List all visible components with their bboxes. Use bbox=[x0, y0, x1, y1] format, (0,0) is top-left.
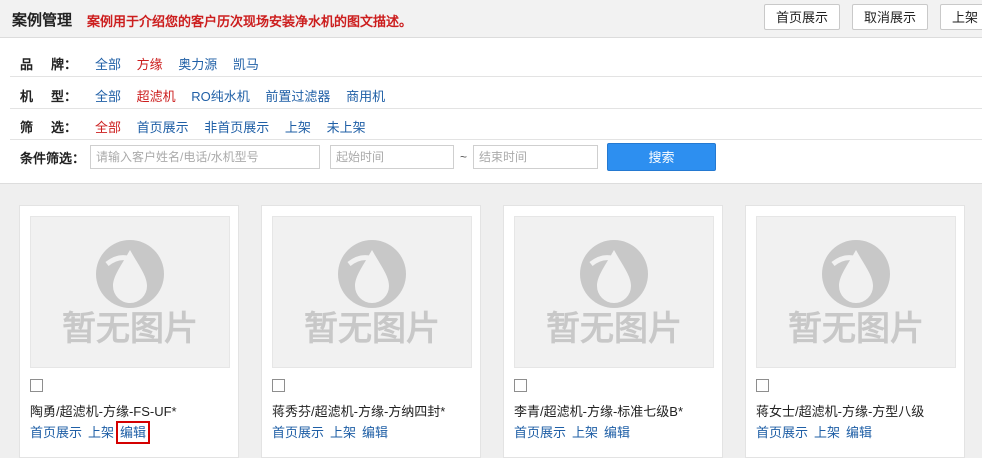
select-checkbox[interactable] bbox=[514, 379, 527, 392]
case-card: 暂无图片 李青/超滤机-方缘-标准七级B* 首页展示 上架 编辑 bbox=[503, 205, 723, 458]
page-header: 案例管理 案例用于介绍您的客户历次现场安装净水机的图文描述。 首页展示 取消展示… bbox=[0, 0, 982, 38]
select-checkbox[interactable] bbox=[272, 379, 285, 392]
case-title: 蒋女士/超滤机-方缘-方型八级 bbox=[756, 404, 925, 419]
svg-text:暂无图片: 暂无图片 bbox=[546, 309, 682, 348]
select-checkbox[interactable] bbox=[756, 379, 769, 392]
screen-option-unpublished[interactable]: 未上架 bbox=[327, 120, 366, 135]
screen-option-homepage[interactable]: 首页展示 bbox=[137, 120, 189, 135]
page-description: 案例用于介绍您的客户历次现场安装净水机的图文描述。 bbox=[87, 14, 413, 29]
brand-option-kaima[interactable]: 凯马 bbox=[233, 57, 259, 72]
start-date-input[interactable]: 起始时间 bbox=[330, 145, 454, 169]
publish-link[interactable]: 上架 bbox=[572, 425, 598, 440]
brand-option-fangyuan[interactable]: 方缘 bbox=[137, 57, 163, 72]
condition-filter-label: 条件筛选： bbox=[20, 151, 86, 166]
screen-option-all[interactable]: 全部 bbox=[95, 120, 121, 135]
show-on-homepage-link[interactable]: 首页展示 bbox=[272, 425, 324, 440]
svg-text:暂无图片: 暂无图片 bbox=[62, 309, 198, 348]
show-on-homepage-button[interactable]: 首页展示 bbox=[764, 4, 841, 30]
show-on-homepage-link[interactable]: 首页展示 bbox=[756, 425, 808, 440]
screen-filter-row: 筛选： 全部 首页展示 非首页展示 上架 未上架 bbox=[10, 109, 982, 140]
model-option-prefilter[interactable]: 前置过滤器 bbox=[265, 89, 330, 104]
brand-filter-row: 品牌： 全部 方缘 奥力源 凯马 bbox=[10, 46, 982, 77]
no-image-icon: 暂无图片 bbox=[62, 240, 198, 348]
edit-link[interactable]: 编辑 bbox=[362, 425, 388, 440]
case-title: 李青/超滤机-方缘-标准七级B* bbox=[514, 404, 684, 419]
date-range-separator: ~ bbox=[460, 150, 468, 164]
screen-filter-label: 筛选： bbox=[20, 120, 78, 135]
end-date-input[interactable]: 结束时间 bbox=[473, 145, 598, 169]
case-title: 陶勇/超滤机-方缘-FS-UF* bbox=[30, 404, 177, 419]
brand-option-aoliyuan[interactable]: 奥力源 bbox=[178, 57, 217, 72]
model-filter-row: 机型： 全部 超滤机 RO纯水机 前置过滤器 商用机 bbox=[10, 78, 982, 109]
edit-link[interactable]: 编辑 bbox=[846, 425, 872, 440]
model-option-ro[interactable]: RO纯水机 bbox=[191, 89, 250, 104]
show-on-homepage-link[interactable]: 首页展示 bbox=[514, 425, 566, 440]
model-option-all[interactable]: 全部 bbox=[95, 89, 121, 104]
filter-panel: 品牌： 全部 方缘 奥力源 凯马 机型： 全部 超滤机 RO纯水机 前置过滤器 … bbox=[0, 38, 982, 184]
no-image-icon: 暂无图片 bbox=[304, 240, 440, 348]
publish-link[interactable]: 上架 bbox=[88, 425, 114, 440]
brand-filter-label: 品牌： bbox=[20, 57, 78, 72]
no-image-placeholder[interactable]: 暂无图片 bbox=[30, 216, 230, 368]
publish-button[interactable]: 上架 bbox=[940, 4, 982, 30]
svg-text:暂无图片: 暂无图片 bbox=[304, 309, 440, 348]
case-card: 暂无图片 蒋女士/超滤机-方缘-方型八级 首页展示 上架 编辑 bbox=[745, 205, 965, 458]
show-on-homepage-link[interactable]: 首页展示 bbox=[30, 425, 82, 440]
case-title: 蒋秀芬/超滤机-方缘-方纳四封* bbox=[272, 404, 446, 419]
no-image-placeholder[interactable]: 暂无图片 bbox=[514, 216, 714, 368]
no-image-icon: 暂无图片 bbox=[546, 240, 682, 348]
screen-option-published[interactable]: 上架 bbox=[285, 120, 311, 135]
screen-option-not-homepage[interactable]: 非首页展示 bbox=[204, 120, 269, 135]
publish-link[interactable]: 上架 bbox=[330, 425, 356, 440]
model-filter-label: 机型： bbox=[20, 89, 78, 104]
model-option-commercial[interactable]: 商用机 bbox=[346, 89, 385, 104]
no-image-placeholder[interactable]: 暂无图片 bbox=[272, 216, 472, 368]
keyword-search-input[interactable]: 请输入客户姓名/电话/水机型号 bbox=[90, 145, 320, 169]
model-option-ultrafilter[interactable]: 超滤机 bbox=[137, 89, 176, 104]
no-image-icon: 暂无图片 bbox=[788, 240, 924, 348]
case-card: 暂无图片 陶勇/超滤机-方缘-FS-UF* 首页展示 上架 编辑 bbox=[19, 205, 239, 458]
select-checkbox[interactable] bbox=[30, 379, 43, 392]
brand-option-all[interactable]: 全部 bbox=[95, 57, 121, 72]
no-image-placeholder[interactable]: 暂无图片 bbox=[756, 216, 956, 368]
search-button[interactable]: 搜索 bbox=[607, 143, 716, 171]
publish-link[interactable]: 上架 bbox=[814, 425, 840, 440]
svg-text:暂无图片: 暂无图片 bbox=[788, 309, 924, 348]
case-card: 暂无图片 蒋秀芬/超滤机-方缘-方纳四封* 首页展示 上架 编辑 bbox=[261, 205, 481, 458]
edit-link[interactable]: 编辑 bbox=[116, 421, 151, 444]
edit-link[interactable]: 编辑 bbox=[604, 425, 630, 440]
cancel-show-button[interactable]: 取消展示 bbox=[852, 4, 929, 30]
page-title: 案例管理 bbox=[12, 12, 73, 29]
condition-filter-row: 条件筛选： 请输入客户姓名/电话/水机型号 起始时间 ~ 结束时间 搜索 bbox=[10, 140, 982, 176]
